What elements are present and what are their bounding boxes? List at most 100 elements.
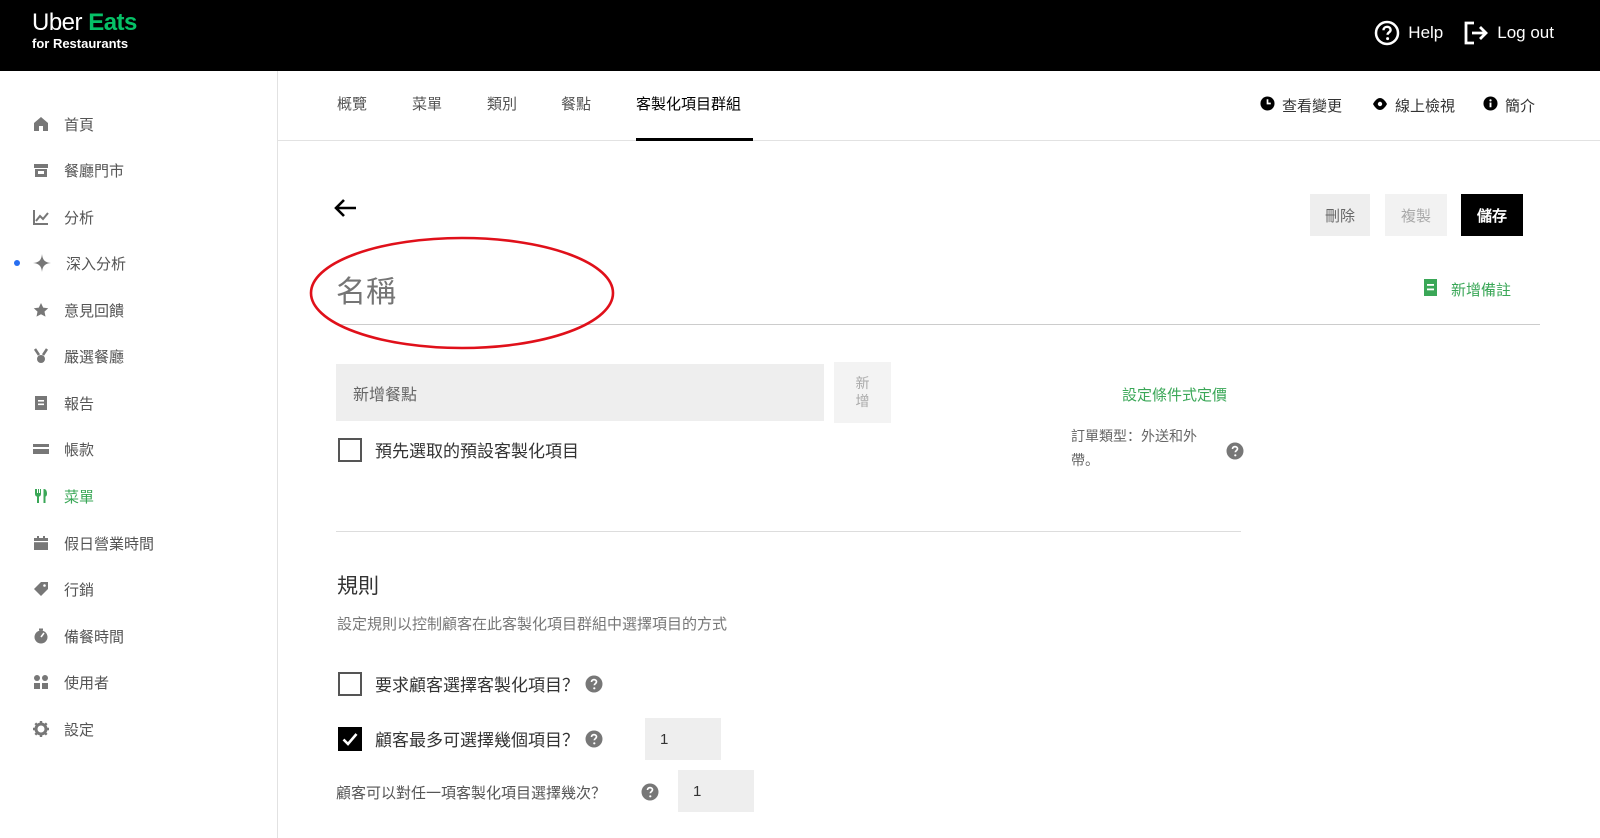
award-icon [32, 347, 50, 365]
repeat-selection-label: 顧客可以對任一項客製化項目選擇幾次？ [336, 782, 606, 803]
sidebar-item-analytics[interactable]: 分析 [0, 200, 277, 234]
brand-subtitle: for Restaurants [32, 36, 129, 51]
max-selection-checkbox[interactable] [338, 726, 362, 751]
sidebar-item-prep-time[interactable]: 備餐時間 [0, 619, 277, 653]
sidebar-item-label: 備餐時間 [64, 627, 125, 646]
preview-online-button[interactable]: 線上檢視 [1372, 95, 1455, 116]
logout-icon [1463, 20, 1489, 46]
users-icon [32, 673, 50, 691]
order-type-text: 訂單類型：外送和外帶。 [1071, 429, 1197, 469]
help-circle-icon [1374, 20, 1400, 46]
preview-online-label: 線上檢視 [1395, 97, 1456, 115]
sidebar-item-insights[interactable]: 深入分析 [0, 246, 277, 280]
preselect-default-checkbox[interactable] [338, 437, 362, 462]
highlight-ellipse [309, 236, 615, 350]
sidebar-item-label: 假日營業時間 [64, 534, 155, 553]
max-selection-row: 顧客最多可選擇幾個項目？ [338, 726, 603, 751]
sidebar-item-payments[interactable]: 帳款 [0, 432, 277, 466]
sidebar-item-home[interactable]: 首頁 [0, 107, 277, 141]
calendar-icon [32, 534, 50, 552]
top-bar: Uber Eats for Restaurants Help Log out [0, 0, 1600, 71]
brand-uber: Uber [32, 9, 83, 36]
sidebar-item-label: 嚴選餐廳 [64, 347, 125, 366]
clock-icon [1260, 96, 1275, 115]
sidebar-item-featured[interactable]: 嚴選餐廳 [0, 339, 277, 373]
add-item-button[interactable]: 新增 [834, 362, 891, 423]
sidebar-item-label: 報告 [64, 394, 95, 413]
preselect-default-label: 預先選取的預設客製化項目 [375, 442, 579, 462]
duplicate-button[interactable]: 複製 [1385, 194, 1447, 236]
help-button[interactable]: Help [1374, 20, 1443, 46]
store-icon [32, 161, 50, 179]
sidebar-item-holiday-hours[interactable]: 假日營業時間 [0, 526, 277, 560]
sidebar-item-menu[interactable]: 菜單 [0, 479, 277, 513]
tab-items[interactable]: 餐點 [561, 93, 591, 141]
sidebar-item-label: 分析 [64, 208, 95, 227]
view-changes-button[interactable]: 查看變更 [1260, 95, 1342, 116]
uber-eats-logo[interactable]: Uber Eats for Restaurants [32, 10, 137, 52]
require-selection-label: 要求顧客選擇客製化項目？ [375, 676, 579, 696]
gear-icon [32, 720, 50, 738]
logout-button[interactable]: Log out [1463, 20, 1554, 46]
require-selection-row: 要求顧客選擇客製化項目？ [338, 671, 603, 696]
rules-description: 設定規則以控制顧客在此客製化項目群組中選擇項目的方式 [337, 615, 728, 633]
sidebar-item-label: 意見回饋 [64, 301, 125, 320]
add-note-label: 新增備註 [1451, 281, 1512, 299]
section-divider [336, 531, 1241, 532]
note-icon [1424, 279, 1437, 300]
conditional-pricing-link[interactable]: 設定條件式定價 [1122, 384, 1227, 405]
view-changes-label: 查看變更 [1282, 97, 1343, 115]
help-icon[interactable] [1226, 442, 1244, 464]
sidebar-item-users[interactable]: 使用者 [0, 665, 277, 699]
sidebar-item-label: 菜單 [64, 487, 95, 506]
home-icon [32, 115, 50, 133]
new-indicator-dot [14, 260, 20, 266]
sidebar-item-marketing[interactable]: 行銷 [0, 572, 277, 606]
require-selection-checkbox[interactable] [338, 671, 362, 696]
sidebar-item-label: 首頁 [64, 115, 95, 134]
tab-categories[interactable]: 類別 [487, 93, 517, 141]
preselect-default-row: 預先選取的預設客製化項目 [338, 437, 579, 462]
sparkle-icon [33, 254, 51, 272]
info-label: 簡介 [1505, 97, 1536, 115]
back-arrow-icon[interactable] [334, 198, 358, 222]
delete-button[interactable]: 刪除 [1310, 194, 1370, 236]
sidebar-item-settings[interactable]: 設定 [0, 712, 277, 746]
info-button[interactable]: 簡介 [1483, 95, 1535, 116]
save-button[interactable]: 儲存 [1461, 194, 1523, 236]
sidebar-item-label: 帳款 [64, 440, 95, 459]
sidebar-item-label: 設定 [64, 720, 95, 739]
checkmark-icon [342, 732, 358, 746]
tab-overview[interactable]: 概覽 [337, 93, 367, 141]
brand-eats: Eats [88, 9, 137, 36]
rules-title: 規則 [337, 574, 379, 598]
help-icon[interactable] [585, 675, 603, 693]
sidebar-item-store[interactable]: 餐廳門市 [0, 153, 277, 187]
logout-label: Log out [1497, 23, 1554, 42]
sidebar-item-label: 餐廳門市 [64, 161, 125, 180]
sidebar-item-label: 行銷 [64, 580, 95, 599]
menu-tabs: 概覽 菜單 類別 餐點 客製化項目群組 查看變更 線上檢視 簡介 [278, 71, 1600, 141]
tag-icon [32, 580, 50, 598]
star-icon [32, 301, 50, 319]
sidebar-item-label: 使用者 [64, 673, 110, 692]
max-selection-input[interactable] [645, 718, 721, 760]
add-item-input[interactable]: 新增餐點 [336, 364, 824, 421]
card-icon [32, 440, 50, 458]
tab-modifier-groups[interactable]: 客製化項目群組 [636, 93, 753, 141]
sidebar-item-reports[interactable]: 報告 [0, 386, 277, 420]
max-selection-label: 顧客最多可選擇幾個項目？ [375, 731, 579, 751]
help-icon[interactable] [641, 783, 659, 801]
sidebar-item-feedback[interactable]: 意見回饋 [0, 293, 277, 327]
repeat-selection-text: 顧客可以對任一項客製化項目選擇幾次？ [336, 784, 607, 802]
add-note-button[interactable]: 新增備註 [1424, 279, 1511, 300]
tab-menu[interactable]: 菜單 [412, 93, 442, 141]
help-icon[interactable] [585, 730, 603, 748]
info-icon [1483, 96, 1498, 115]
report-icon [32, 394, 50, 412]
eye-icon [1372, 97, 1388, 115]
sidebar-item-label: 深入分析 [66, 254, 127, 273]
repeat-selection-input[interactable] [678, 770, 754, 812]
utensils-icon [32, 487, 50, 505]
help-label: Help [1408, 23, 1444, 42]
